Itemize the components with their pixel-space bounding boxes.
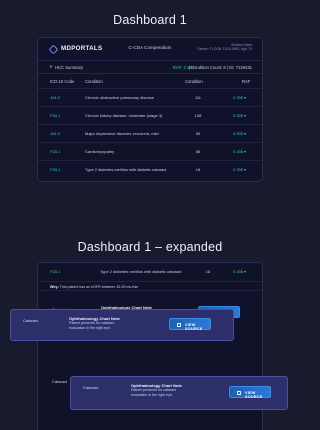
table-row[interactable]: F33.1 Cardiomyopathy 85 0.335 ▾ bbox=[38, 142, 262, 159]
icd-code[interactable]: F33.1 bbox=[50, 149, 60, 154]
view-source-button[interactable]: VIEW SOURCE bbox=[229, 386, 271, 399]
condition-num: 18 bbox=[195, 167, 201, 172]
evidence-note-hover[interactable]: Cataract Ophthalmology Chart Note Patien… bbox=[70, 376, 288, 410]
view-source-label: VIEW SOURCE bbox=[245, 390, 263, 399]
dashboard-title: Dashboard 1 bbox=[113, 13, 187, 27]
condition-num: 138 bbox=[194, 113, 202, 118]
raf-value[interactable]: 0.335 ▾ bbox=[233, 167, 246, 172]
condition-desc: Chronic obstructive pulmonary disease bbox=[85, 95, 154, 100]
patient-demographics: Gender: F | DOB: 12/11/1980 | Age: 74 bbox=[197, 47, 252, 52]
chevron-down-icon: ▼ bbox=[49, 64, 53, 69]
dashboard-card: MDPORTALS C-CDA Compendium Sheldon Olsen… bbox=[37, 37, 263, 182]
patient-info: Sheldon Olsen Gender: F | DOB: 12/11/198… bbox=[197, 43, 252, 51]
condition-num: 85 bbox=[195, 149, 201, 154]
raf-value[interactable]: 0.335 ▾ bbox=[233, 131, 246, 136]
view-source-button[interactable]: VIEW SOURCE bbox=[169, 318, 211, 331]
raf-value[interactable]: 0.335 ▾ bbox=[233, 269, 246, 274]
raf-value[interactable]: 0.335 ▾ bbox=[233, 113, 246, 118]
table-row[interactable]: F33.1 Chronic kidney disease, moderate (… bbox=[38, 106, 262, 123]
evidence-note-hover[interactable]: Cataract Ophthalmology Chart Note Patien… bbox=[10, 309, 234, 341]
icd-code[interactable]: J44.9 bbox=[50, 131, 60, 136]
why-explanation: Why: This patient has an eGFR between 45… bbox=[38, 281, 262, 291]
note-text: Patient presents for cataract evaluation… bbox=[131, 388, 176, 397]
app-header: MDPORTALS C-CDA Compendium Sheldon Olsen… bbox=[38, 38, 262, 60]
why-label: Why: bbox=[50, 285, 59, 289]
table-row[interactable]: F33.1 Type 2 diabetes mellitus with diab… bbox=[38, 160, 262, 177]
icd-code[interactable]: F33.1 bbox=[50, 167, 60, 172]
note-label: Cataract bbox=[83, 385, 99, 390]
note-text: Patient presents for cataract evaluation… bbox=[69, 321, 114, 330]
condition-num: 111 bbox=[194, 95, 202, 100]
hcc-summary-label: HCC Summary bbox=[55, 65, 84, 70]
icd-code[interactable]: J44.9 bbox=[50, 95, 60, 100]
col-header-raf: RAF bbox=[242, 79, 251, 84]
document-icon bbox=[237, 390, 241, 395]
condition-num: 18 bbox=[205, 269, 211, 274]
col-header-condition-2: Condition bbox=[185, 79, 203, 84]
condition-desc: Major depressive disorder, recurrent, mi… bbox=[85, 131, 159, 136]
condition-desc: Type 2 diabetes mellitus with diabetic c… bbox=[85, 167, 167, 172]
table-header: ICD-10 Code Condition Condition RAF bbox=[38, 76, 262, 88]
condition-count: | Condition Count: 8 | ID: 7128431 bbox=[188, 65, 252, 70]
expanded-title: Dashboard 1 – expanded bbox=[77, 240, 223, 254]
table-row[interactable]: F33.1 Type 2 diabetes mellitus with diab… bbox=[38, 263, 262, 277]
col-header-condition: Condition bbox=[85, 79, 103, 84]
document-icon bbox=[177, 322, 181, 327]
condition-desc: Chronic kidney disease, moderate (stage … bbox=[85, 113, 163, 118]
note-label: Cataract bbox=[52, 379, 68, 384]
col-header-code: ICD-10 Code bbox=[50, 79, 75, 84]
icd-code[interactable]: F33.1 bbox=[50, 113, 60, 118]
table-row[interactable]: J44.9 Major depressive disorder, recurre… bbox=[38, 124, 262, 141]
condition-num: 59 bbox=[195, 131, 201, 136]
icd-code[interactable]: F33.1 bbox=[50, 269, 60, 274]
view-source-label: VIEW SOURCE bbox=[185, 322, 203, 331]
raf-value[interactable]: 0.335 ▾ bbox=[233, 149, 246, 154]
condition-desc: Cardiomyopathy bbox=[85, 149, 115, 154]
condition-desc: Type 2 diabetes mellitus with diabetic c… bbox=[100, 269, 182, 274]
why-text: This patient has an eGFR between 45-59 m… bbox=[59, 285, 139, 289]
note-label: Cataract bbox=[23, 318, 39, 323]
table-row[interactable]: J44.9 Chronic obstructive pulmonary dise… bbox=[38, 88, 262, 105]
hcc-summary-toggle[interactable]: ▼ HCC Summary RAF: 2.283 | Condition Cou… bbox=[38, 60, 262, 74]
raf-value[interactable]: 0.335 ▾ bbox=[233, 95, 246, 100]
